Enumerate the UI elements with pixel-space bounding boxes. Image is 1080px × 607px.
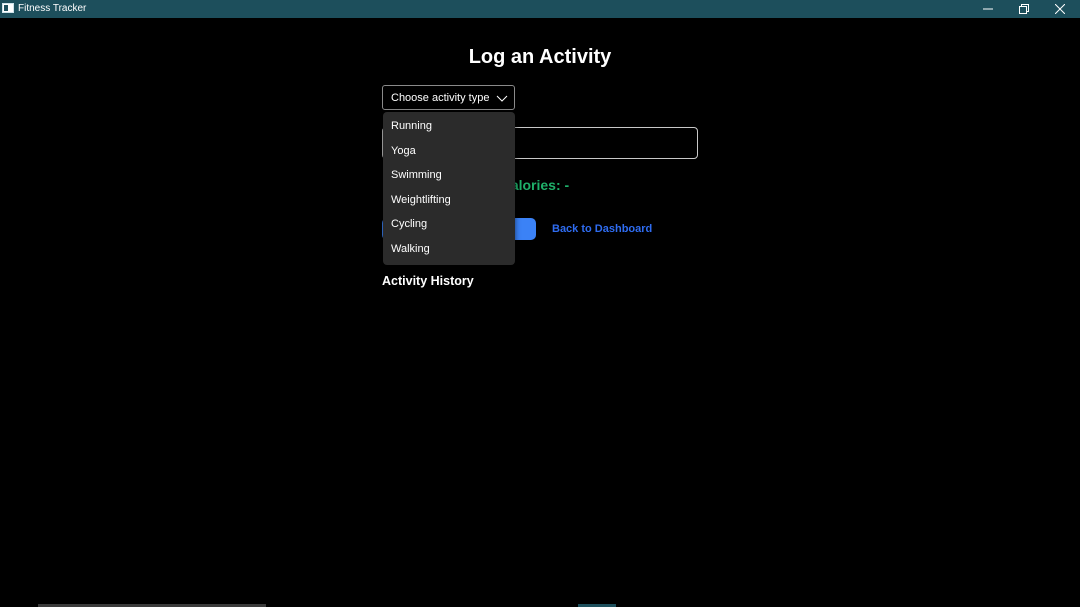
close-button[interactable] bbox=[1042, 0, 1078, 18]
back-to-dashboard-link[interactable]: Back to Dashboard bbox=[552, 222, 652, 236]
dropdown-option-swimming[interactable]: Swimming bbox=[383, 163, 515, 188]
chevron-down-icon bbox=[496, 95, 508, 102]
minimize-button[interactable] bbox=[970, 0, 1006, 18]
dropdown-option-running[interactable]: Running bbox=[383, 114, 515, 139]
activity-type-select[interactable]: Choose activity type bbox=[382, 85, 515, 110]
dropdown-option-yoga[interactable]: Yoga bbox=[383, 139, 515, 164]
app-icon bbox=[2, 3, 14, 13]
title-bar: Fitness Tracker bbox=[0, 0, 1080, 18]
close-icon bbox=[1055, 4, 1065, 14]
activity-type-dropdown: Running Yoga Swimming Weightlifting Cycl… bbox=[383, 112, 515, 265]
activity-type-select-label: Choose activity type bbox=[391, 91, 490, 104]
restore-icon bbox=[1019, 4, 1029, 14]
minimize-icon bbox=[983, 8, 993, 10]
window-title: Fitness Tracker bbox=[18, 3, 87, 14]
dropdown-option-cycling[interactable]: Cycling bbox=[383, 212, 515, 237]
activity-history-heading: Activity History bbox=[382, 274, 474, 288]
page-title: Log an Activity bbox=[468, 46, 612, 68]
dropdown-option-walking[interactable]: Walking bbox=[383, 237, 515, 262]
restore-button[interactable] bbox=[1006, 0, 1042, 18]
app-window: Fitness Tracker Log an Activity alories:… bbox=[0, 0, 1080, 607]
dropdown-option-weightlifting[interactable]: Weightlifting bbox=[383, 188, 515, 213]
